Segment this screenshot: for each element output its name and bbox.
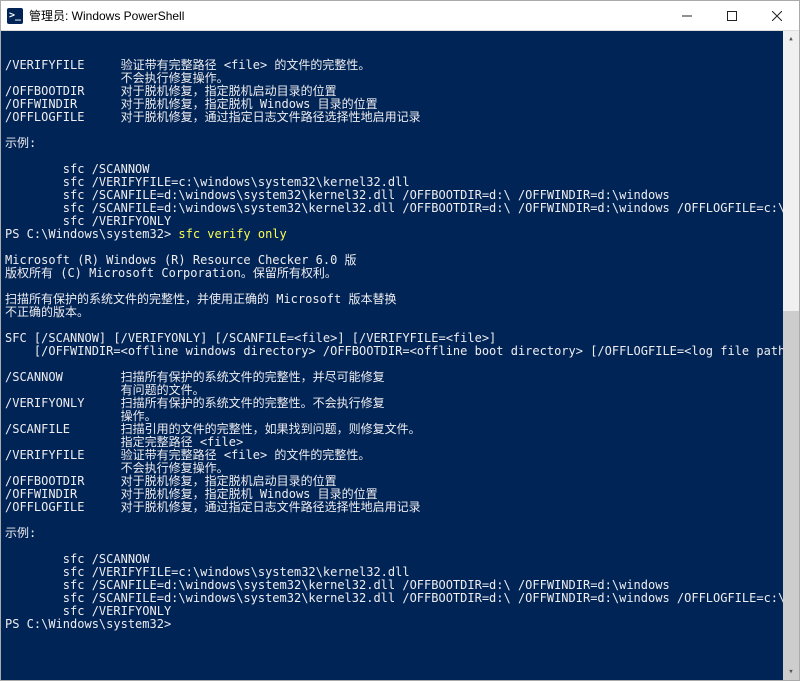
titlebar[interactable]: >_ 管理员: Windows PowerShell	[1, 1, 799, 31]
window-title: 管理员: Windows PowerShell	[29, 7, 184, 24]
prompt: PS C:\Windows\system32>	[5, 617, 178, 631]
scroll-down-arrow-icon[interactable]: ▾	[783, 664, 799, 680]
window-controls	[664, 1, 799, 30]
maximize-icon	[727, 11, 737, 21]
titlebar-left: >_ 管理员: Windows PowerShell	[1, 7, 184, 24]
terminal-line: PS C:\Windows\system32>	[5, 618, 795, 631]
terminal-line: /OFFLOGFILE 对于脱机修复，通过指定日志文件路径选择性地启用记录	[5, 111, 795, 124]
terminal-line: 版权所有 (C) Microsoft Corporation。保留所有权利。	[5, 267, 795, 280]
terminal-line: 扫描所有保护的系统文件的完整性，并使用正确的 Microsoft 版本替换	[5, 293, 795, 306]
terminal-line: PS C:\Windows\system32> sfc verify only	[5, 228, 795, 241]
minimize-icon	[682, 11, 692, 21]
command-input: sfc verify only	[178, 227, 286, 241]
powershell-icon: >_	[7, 8, 23, 24]
terminal-line: 不正确的版本。	[5, 306, 795, 319]
terminal-line: 示例:	[5, 527, 795, 540]
close-icon	[772, 11, 782, 21]
close-button[interactable]	[754, 1, 799, 30]
minimize-button[interactable]	[664, 1, 709, 30]
terminal-line: /OFFLOGFILE 对于脱机修复，通过指定日志文件路径选择性地启用记录	[5, 501, 795, 514]
terminal-line	[5, 124, 795, 137]
scroll-thumb[interactable]	[783, 311, 799, 680]
terminal-line: [/OFFWINDIR=<offline windows directory> …	[5, 345, 795, 358]
terminal-content: /VERIFYFILE 验证带有完整路径 <file> 的文件的完整性。 不会执…	[5, 59, 795, 631]
terminal-area[interactable]: /VERIFYFILE 验证带有完整路径 <file> 的文件的完整性。 不会执…	[1, 31, 799, 680]
terminal-line	[5, 514, 795, 527]
prompt: PS C:\Windows\system32>	[5, 227, 178, 241]
scroll-up-arrow-icon[interactable]: ▴	[783, 31, 799, 47]
terminal-line: 示例:	[5, 137, 795, 150]
scrollbar[interactable]: ▴ ▾	[783, 31, 799, 680]
maximize-button[interactable]	[709, 1, 754, 30]
